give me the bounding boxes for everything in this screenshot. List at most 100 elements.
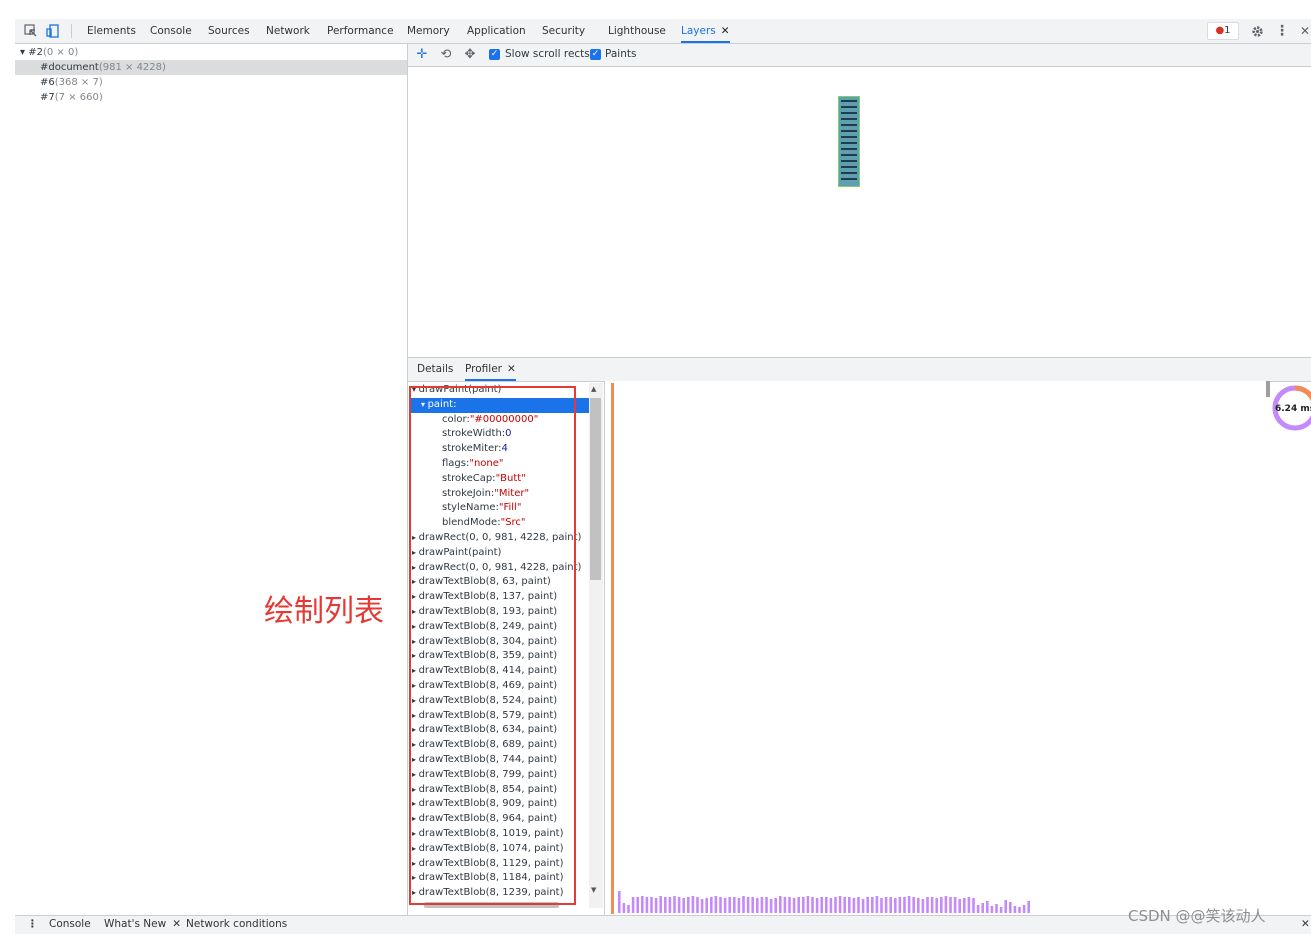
timeline-bar <box>627 905 630 913</box>
timeline-bar <box>958 899 961 913</box>
close-devtools-icon[interactable]: ✕ <box>1297 23 1311 39</box>
scroll-up-arrow-icon[interactable]: ▲ <box>591 385 596 393</box>
tab-details[interactable]: Details <box>417 358 453 381</box>
thumbnail-text-line <box>841 166 857 168</box>
pan-mode-icon[interactable]: ✛ <box>414 47 430 63</box>
error-count-badge[interactable]: ●1 <box>1207 22 1239 40</box>
timing-donut: 6.24 ms <box>1272 385 1311 431</box>
details-profiler-tabs: Details Profiler ✕ <box>408 357 1311 382</box>
close-drawer-icon[interactable]: ✕ <box>1301 918 1310 930</box>
timeline-bar <box>990 906 994 913</box>
tab-layers[interactable]: Layers ✕ <box>681 19 730 43</box>
timeline-bar <box>714 896 718 913</box>
timeline-bar <box>866 897 869 913</box>
rotate-mode-icon[interactable]: ⟲ <box>438 47 454 63</box>
paints-checkbox[interactable]: ✓ <box>590 49 601 60</box>
timeline-bar <box>765 897 768 913</box>
scrollbar-thumb[interactable] <box>590 398 601 580</box>
tab-performance[interactable]: Performance <box>327 19 394 43</box>
close-tab-icon[interactable]: ✕ <box>721 25 730 37</box>
close-tab-icon[interactable]: ✕ <box>172 918 181 930</box>
tab-sources[interactable]: Sources <box>208 19 250 43</box>
drawer-tab-whats-new[interactable]: What's New ✕ <box>104 918 181 930</box>
timeline-bar <box>1004 900 1007 913</box>
timeline-bar <box>811 897 814 913</box>
timeline-bar <box>1013 906 1017 913</box>
timeline-bar <box>930 897 934 913</box>
settings-gear-icon[interactable] <box>1249 23 1265 39</box>
reset-transform-icon[interactable]: ✥ <box>462 47 478 63</box>
timeline-bar <box>875 896 879 913</box>
layer-tree-item-root[interactable]: ▾ #2(0 × 0) <box>15 45 412 60</box>
thumbnail-text-line <box>841 136 857 138</box>
expand-triangle-icon[interactable]: ▾ <box>20 47 25 58</box>
close-tab-icon[interactable]: ✕ <box>507 363 516 375</box>
timeline-bar <box>802 897 805 913</box>
tab-security[interactable]: Security <box>542 19 585 43</box>
timeline-bar <box>935 898 938 913</box>
timeline-bar <box>769 899 773 913</box>
profiler-bars <box>611 383 1030 914</box>
timeline-bar <box>903 897 906 913</box>
timeline-bar <box>884 897 888 913</box>
timeline-bar <box>618 891 621 913</box>
timeline-bar <box>696 897 699 913</box>
timeline-bar <box>852 898 856 913</box>
layer-tree-item-document[interactable]: #document(981 × 4228) <box>15 60 407 75</box>
timeline-bar <box>682 898 685 913</box>
timeline-bar <box>912 897 915 913</box>
timeline-bar <box>917 898 920 913</box>
layer-name: #7 <box>40 92 55 103</box>
layer-size: (7 × 660) <box>54 92 103 103</box>
layer-tree-item[interactable]: #7(7 × 660) <box>15 90 432 105</box>
timeline-bar <box>756 898 759 913</box>
tab-memory[interactable]: Memory <box>407 19 450 43</box>
layer-thumbnail[interactable] <box>838 96 860 187</box>
timeline-bar <box>944 896 948 913</box>
tab-lighthouse[interactable]: Lighthouse <box>608 19 666 43</box>
tab-console[interactable]: Console <box>150 19 192 43</box>
inspect-element-icon[interactable] <box>23 23 39 39</box>
timeline-bar <box>664 897 667 913</box>
timeline-bar <box>742 896 745 913</box>
tab-network[interactable]: Network <box>266 19 310 43</box>
timeline-bar <box>857 897 860 913</box>
timeline-bar <box>641 896 644 913</box>
bottom-drawer-tabs: ⋮ Console What's New ✕ Network conditions… <box>15 915 1311 934</box>
timeline-bar <box>999 907 1003 913</box>
layer-name: #document <box>40 62 99 73</box>
timeline-bar <box>700 899 704 913</box>
timeline-bar <box>1022 905 1026 913</box>
drawer-menu-icon[interactable]: ⋮ <box>27 918 38 930</box>
thumbnail-text-line <box>841 178 857 180</box>
thumbnail-text-line <box>841 142 857 144</box>
drawer-tab-network-conditions[interactable]: Network conditions <box>186 918 287 930</box>
timeline-bar <box>981 903 984 913</box>
scroll-down-arrow-icon[interactable]: ▼ <box>591 886 596 894</box>
timeline-bar <box>815 898 819 913</box>
timeline-bar <box>1018 907 1021 913</box>
timeline-bar <box>848 897 851 913</box>
thumbnail-text-line <box>841 118 857 120</box>
thumbnail-text-line <box>841 160 857 162</box>
annotation-text: 绘制列表 <box>264 594 384 629</box>
timeline-bar <box>783 897 787 913</box>
timeline-bar <box>898 897 902 913</box>
timeline-bar <box>880 898 883 913</box>
thumbnail-text-line <box>841 172 857 174</box>
thumbnail-text-line <box>841 130 857 132</box>
layer-size: (368 × 7) <box>54 77 103 88</box>
thumbnail-text-line <box>841 148 857 150</box>
tab-application[interactable]: Application <box>467 19 526 43</box>
timeline-bar <box>659 896 662 913</box>
layer-name: #2 <box>28 47 43 58</box>
timeline-bar <box>677 897 681 913</box>
tab-elements[interactable]: Elements <box>87 19 136 43</box>
tab-profiler[interactable]: Profiler ✕ <box>465 358 516 381</box>
layer-tree-item[interactable]: #6(368 × 7) <box>15 75 432 90</box>
device-toolbar-icon[interactable] <box>45 23 61 39</box>
more-options-icon[interactable]: ⋮ <box>1274 23 1290 39</box>
slow-scroll-rects-checkbox[interactable]: ✓ <box>489 49 500 60</box>
drawer-tab-console[interactable]: Console <box>49 918 91 930</box>
layers-toolbar: ✛ ⟲ ✥ ✓ Slow scroll rects ✓ Paints <box>408 44 1311 67</box>
